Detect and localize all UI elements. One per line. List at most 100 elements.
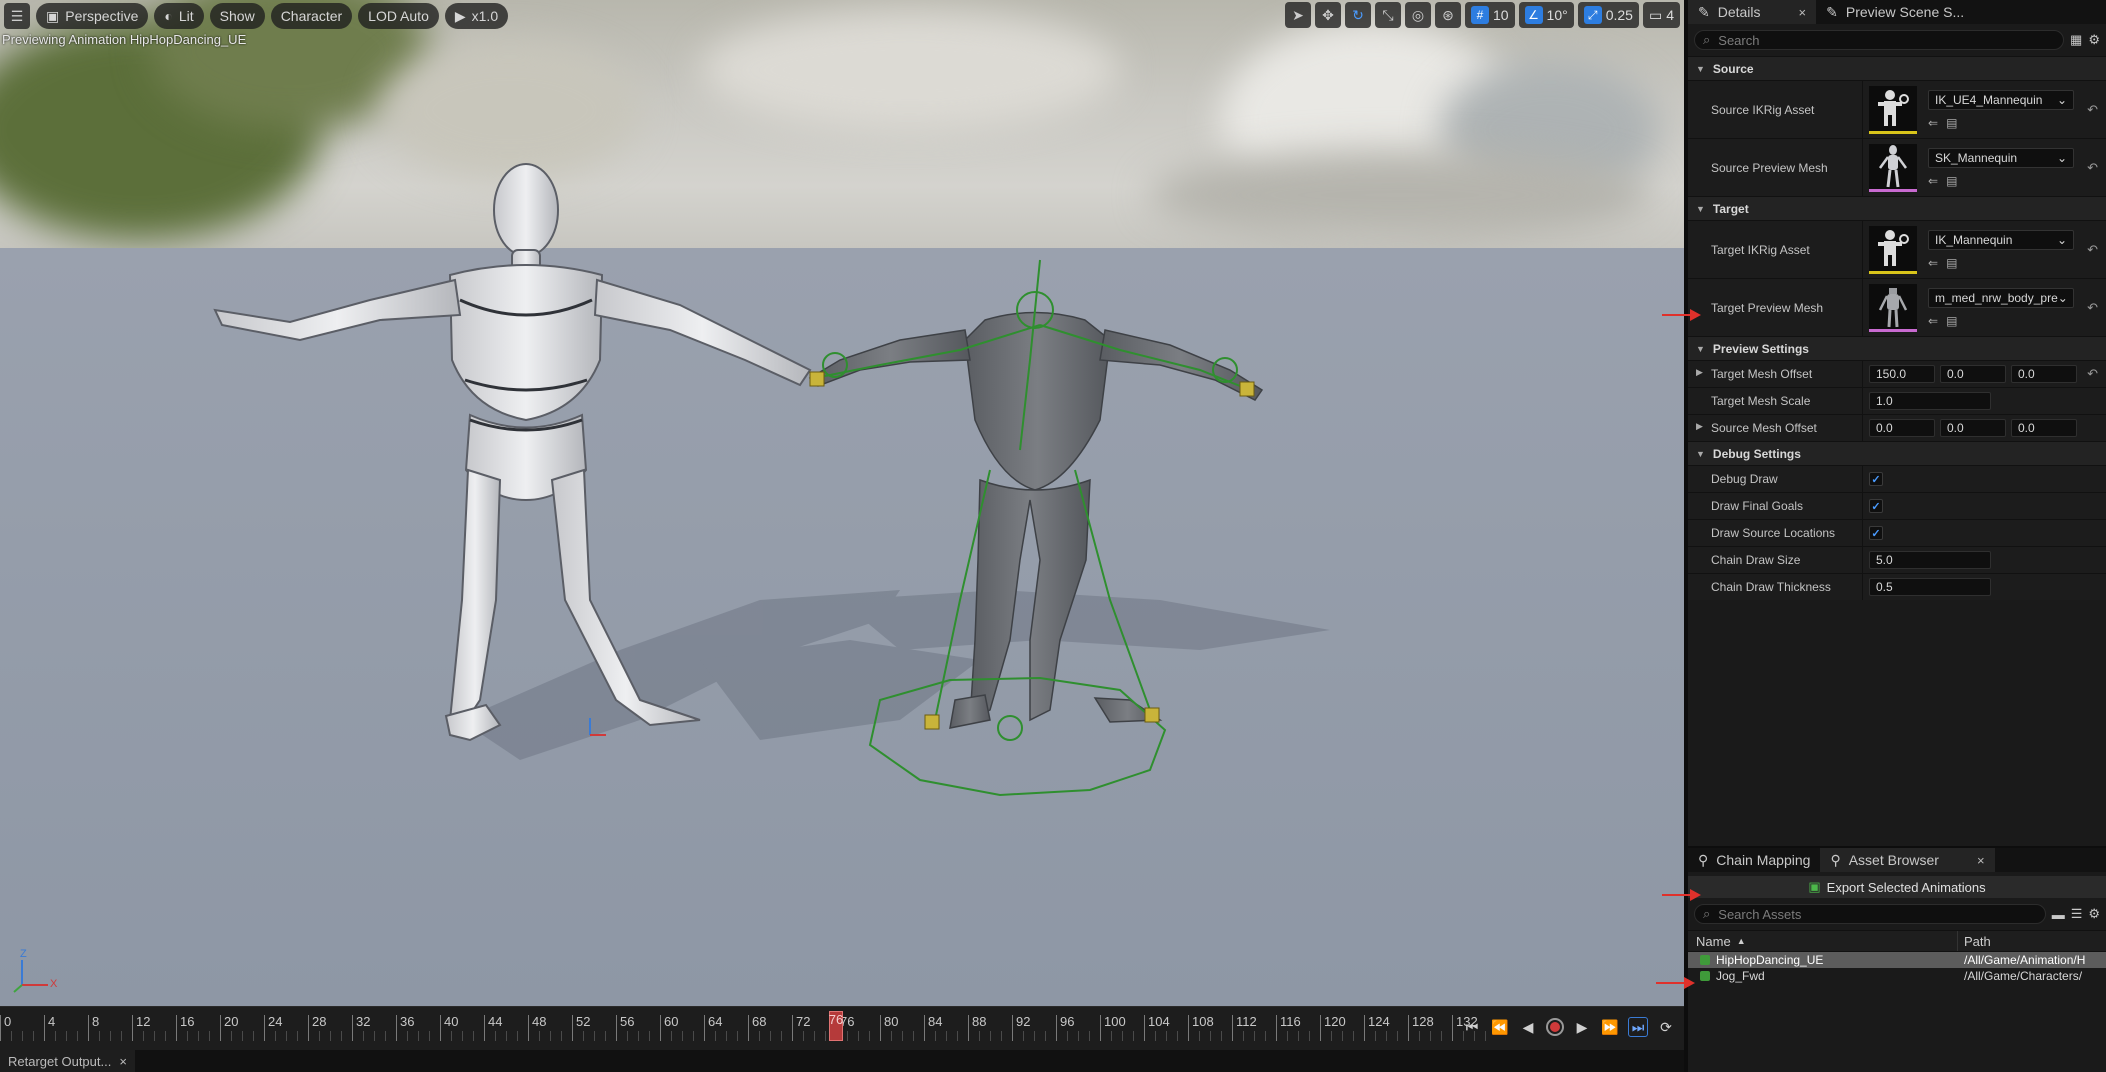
reset-icon[interactable]: ↶ (2087, 366, 2098, 382)
source-mesh-dropdown[interactable]: SK_Mannequin ⌄ (1928, 147, 2074, 168)
select-icon[interactable]: ➤ (1284, 2, 1311, 28)
source-offset-z-field[interactable]: 0.0 (2011, 419, 2077, 437)
offset-x-field[interactable]: 150.0 (1869, 365, 1935, 383)
browse-icon[interactable]: ▤ (1946, 174, 1957, 188)
browse-icon[interactable]: ▤ (1946, 314, 1957, 328)
reset-icon[interactable]: ↶ (2087, 300, 2098, 316)
category-preview-settings[interactable]: ▼ Preview Settings (1688, 336, 2106, 360)
tab-details[interactable]: ✎ Details × (1688, 0, 1817, 24)
category-source[interactable]: ▼ Source (1688, 56, 2106, 80)
show-button[interactable]: Show (209, 3, 265, 29)
hamburger-icon[interactable]: ☰ (4, 3, 30, 29)
skeletal-mesh-thumbnail[interactable] (1869, 143, 1917, 192)
source-offset-x-field[interactable]: 0.0 (1869, 419, 1935, 437)
expand-arrow-icon[interactable]: ▶ (1696, 367, 1703, 378)
step-forward-icon[interactable]: ⏩ (1600, 1017, 1620, 1037)
draw-final-goals-checkbox[interactable]: ✓ (1869, 499, 1883, 513)
target-mesh-scale-row: Target Mesh Scale 1.0 (1688, 387, 2106, 414)
lod-button[interactable]: LOD Auto (358, 3, 439, 29)
browse-icon[interactable]: ▤ (1946, 116, 1957, 130)
ikrig-thumbnail[interactable] (1869, 225, 1917, 274)
play-reverse-icon[interactable]: ◀ (1518, 1017, 1538, 1037)
record-icon[interactable] (1546, 1018, 1564, 1036)
surface-snap-icon[interactable]: ⊛ (1434, 2, 1461, 28)
camera-speed[interactable]: ▭ 4 (1642, 2, 1680, 28)
use-selected-icon[interactable]: ⇐ (1928, 174, 1938, 188)
timeline-subtick (165, 1031, 169, 1041)
timeline-subtick (55, 1031, 59, 1041)
transport-controls: ⏮ ⏪ ◀ ▶ ⏩ ⏭ ⟳ (1462, 1017, 1676, 1037)
chain-draw-size-field[interactable]: 5.0 (1869, 551, 1991, 569)
skeletal-mesh-thumbnail[interactable] (1869, 283, 1917, 332)
play-icon[interactable]: ▶ (1572, 1017, 1592, 1037)
perspective-button[interactable]: ▣ Perspective (36, 3, 149, 29)
step-back-icon[interactable]: ⏪ (1490, 1017, 1510, 1037)
asset-row[interactable]: HipHopDancing_UE/All/Game/Animation/H (1688, 952, 2106, 968)
tab-asset-browser[interactable]: ⚲ Asset Browser × (1820, 848, 1995, 872)
debug-draw-checkbox[interactable]: ✓ (1869, 472, 1883, 486)
filter-icon[interactable]: ☰ (2071, 906, 2083, 922)
playback-speed-button[interactable]: ▶ x1.0 (444, 3, 509, 29)
use-selected-icon[interactable]: ⇐ (1928, 116, 1938, 130)
timeline[interactable]: 0 4 8 12 16 20 24 28 32 36 40 44 48 52 56 60 64 68 72 76 80 8… (0, 1006, 1684, 1050)
path-column-header[interactable]: Path (1958, 934, 1991, 949)
character-button[interactable]: Character (270, 3, 353, 29)
rotation-snap[interactable]: ∠ 10° (1518, 2, 1574, 28)
use-selected-icon[interactable]: ⇐ (1928, 256, 1938, 270)
asset-row[interactable]: Jog_Fwd/All/Game/Characters/ (1688, 968, 2106, 984)
browse-icon[interactable]: ▤ (1946, 256, 1957, 270)
details-search-input[interactable]: ⌕ Search (1694, 30, 2065, 50)
chain-draw-thickness-field[interactable]: 0.5 (1869, 578, 1991, 596)
scale-field[interactable]: 1.0 (1869, 392, 1991, 410)
loop-icon[interactable]: ⟳ (1656, 1017, 1676, 1037)
skip-to-start-icon[interactable]: ⏮ (1462, 1017, 1482, 1037)
source-ikrig-dropdown[interactable]: IK_UE4_Mannequin ⌄ (1928, 89, 2074, 110)
offset-y-field[interactable]: 0.0 (1940, 365, 2006, 383)
tab-preview-scene[interactable]: ✎ Preview Scene S... (1816, 0, 1974, 24)
chain-draw-size-label: Chain Draw Size (1711, 553, 1801, 567)
expand-arrow-icon[interactable]: ▶ (1696, 421, 1703, 432)
tab-retarget-output[interactable]: Retarget Output... × (0, 1050, 135, 1072)
scale-snap[interactable]: ⤢ 0.25 (1577, 2, 1639, 28)
skip-to-end-icon[interactable]: ⏭ (1628, 1017, 1648, 1037)
table-view-icon[interactable]: ▦ (2070, 32, 2082, 48)
reset-icon[interactable]: ↶ (2087, 160, 2098, 176)
category-target[interactable]: ▼ Target (1688, 196, 2106, 220)
reset-icon[interactable]: ↶ (2087, 242, 2098, 258)
export-icon: ▣ (1808, 879, 1821, 894)
close-icon[interactable]: × (1977, 853, 1985, 868)
ikrig-thumbnail[interactable] (1869, 85, 1917, 134)
gear-icon[interactable]: ⚙ (2088, 32, 2100, 48)
lit-button[interactable]: ◐ Lit (154, 3, 204, 29)
source-offset-y-field[interactable]: 0.0 (1940, 419, 2006, 437)
rotate-icon[interactable]: ↻ (1344, 2, 1371, 28)
timeline-subtick (506, 1031, 510, 1041)
target-mesh-dropdown[interactable]: m_med_nrw_body_pre ⌄ (1928, 287, 2074, 308)
export-selected-animations-button[interactable]: ▣ Export Selected Animations (1688, 876, 2106, 898)
scale-icon[interactable]: ⤡ (1374, 2, 1401, 28)
target-ikrig-dropdown[interactable]: IK_Mannequin ⌄ (1928, 229, 2074, 250)
pencil-icon: ✎ (1698, 3, 1710, 20)
viewport[interactable]: Z X ☰ ▣ Perspective ◐ Lit Show Character L… (0, 0, 1684, 1006)
asset-search-input[interactable]: ⌕ Search Assets (1694, 904, 2046, 924)
translate-icon[interactable]: ✥ (1314, 2, 1341, 28)
chevron-down-icon: ⌄ (2057, 290, 2068, 305)
close-icon[interactable]: × (119, 1054, 127, 1069)
timeline-ruler[interactable]: 0 4 8 12 16 20 24 28 32 36 40 44 48 52 56 60 64 68 72 76 80 8… (0, 1013, 1486, 1045)
offset-z-field[interactable]: 0.0 (2011, 365, 2077, 383)
name-column-header[interactable]: Name ▲ (1688, 931, 1958, 951)
timeline-tick: 24 (264, 1015, 282, 1041)
timeline-subtick (671, 1031, 675, 1041)
reset-icon[interactable]: ↶ (2087, 102, 2098, 118)
use-selected-icon[interactable]: ⇐ (1928, 314, 1938, 328)
tab-chain-mapping[interactable]: ⚲ Chain Mapping (1688, 848, 1820, 872)
gear-icon[interactable]: ⚙ (2088, 906, 2100, 922)
folder-icon[interactable]: ▬ (2052, 907, 2065, 922)
close-icon[interactable]: × (1799, 5, 1807, 20)
coordinate-space-icon[interactable]: ◎ (1404, 2, 1431, 28)
playhead[interactable]: 76 (829, 1011, 843, 1041)
timeline-subtick (847, 1031, 851, 1041)
draw-source-locations-checkbox[interactable]: ✓ (1869, 526, 1883, 540)
grid-snap[interactable]: #10 (1464, 2, 1515, 28)
category-debug-settings[interactable]: ▼ Debug Settings (1688, 441, 2106, 465)
